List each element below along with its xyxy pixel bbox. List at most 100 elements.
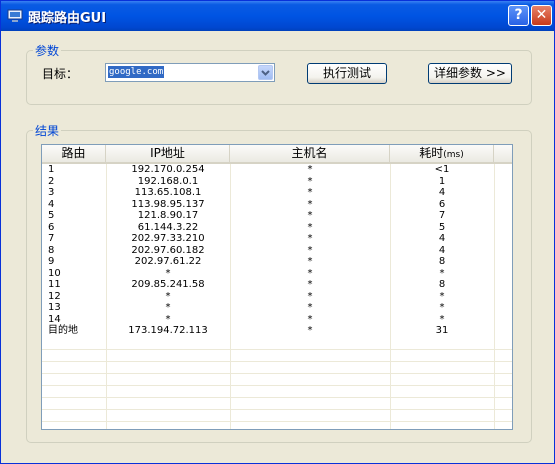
cell-ip: 192.170.0.254: [131, 164, 205, 175]
cell-hop: 3: [48, 187, 55, 198]
table-row[interactable]: 8 202.97.60.182 * 4: [42, 245, 512, 257]
cell-time: 4: [438, 187, 446, 198]
table-row[interactable]: 3 113.65.108.1 * 4: [42, 187, 512, 199]
cell-hop: 8: [48, 244, 55, 256]
table-row[interactable]: 13 * * *: [42, 302, 512, 314]
cell-host: *: [307, 302, 313, 313]
results-legend: 结果: [33, 122, 62, 139]
window-title: 跟踪路由GUI: [28, 11, 107, 26]
table-row[interactable]: 14 * * *: [42, 314, 512, 326]
row-divider: [42, 348, 512, 350]
chevron-down-icon: [261, 70, 270, 76]
help-button[interactable]: ?: [508, 5, 529, 26]
cell-host: *: [307, 313, 313, 325]
column-header-ip[interactable]: IP地址: [106, 145, 230, 162]
cell-ip: 192.168.0.1: [137, 175, 199, 187]
table-row[interactable]: 7 202.97.33.210 * 4: [42, 233, 512, 245]
cell-hop: 目的地: [48, 325, 78, 336]
cell-ip: *: [165, 267, 171, 279]
cell-host: *: [307, 267, 313, 279]
table-row[interactable]: 2 192.168.0.1 * 1: [42, 176, 512, 188]
cell-hop: 12: [48, 290, 61, 302]
table-row[interactable]: 10 * * *: [42, 268, 512, 280]
table-header: 路由 IP地址 主机名 耗时(ms): [42, 145, 512, 164]
title-bar[interactable]: 跟踪路由GUI ? ✕: [1, 1, 554, 31]
row-divider: [42, 420, 512, 422]
cell-host: *: [307, 175, 313, 187]
cell-time: 6: [438, 198, 446, 210]
cell-hop: 10: [48, 267, 61, 279]
cell-host: *: [307, 325, 313, 336]
cell-host: *: [307, 233, 313, 244]
column-header-time[interactable]: 耗时(ms): [390, 145, 494, 162]
run-test-button[interactable]: 执行测试: [307, 63, 387, 84]
row-divider: [42, 396, 512, 398]
cell-time: 7: [438, 210, 446, 221]
table-body: 1 192.170.0.254 * <1 2 192.168.0.1 * 1 3 113.65.1…: [42, 164, 512, 337]
column-header-time-label: 耗时: [419, 146, 444, 160]
params-legend: 参数: [33, 42, 62, 59]
cell-host: *: [307, 187, 313, 198]
cell-ip: 121.8.90.17: [137, 210, 199, 221]
close-button[interactable]: ✕: [531, 5, 552, 26]
traceroute-window: 跟踪路由GUI ? ✕ 参数 目标： google.com 执行测试 详细参数 …: [0, 0, 555, 464]
details-button[interactable]: 详细参数 >>: [428, 63, 512, 84]
network-app-icon: [7, 9, 23, 22]
row-divider: [42, 408, 512, 410]
cell-host: *: [307, 279, 313, 290]
cell-hop: 4: [48, 198, 55, 210]
dropdown-arrow-button[interactable]: [258, 65, 273, 80]
cell-hop: 14: [48, 313, 61, 325]
cell-hop: 9: [48, 256, 55, 267]
cell-ip: 202.97.33.210: [131, 233, 205, 244]
cell-time: 4: [438, 233, 446, 244]
cell-hop: 11: [48, 279, 61, 290]
cell-ip: 202.97.61.22: [134, 256, 202, 267]
table-row[interactable]: 12 * * *: [42, 291, 512, 303]
cell-time: *: [439, 267, 445, 279]
cell-host: *: [307, 290, 313, 302]
cell-time: *: [439, 290, 445, 302]
cell-ip: 202.97.60.182: [131, 244, 205, 256]
table-row[interactable]: 4 113.98.95.137 * 6: [42, 199, 512, 211]
cell-time: 31: [435, 325, 449, 336]
cell-hop: 6: [48, 221, 55, 233]
cell-time: 1: [438, 175, 446, 187]
cell-ip: 209.85.241.58: [131, 279, 205, 290]
cell-ip: 113.98.95.137: [131, 198, 205, 210]
cell-hop: 13: [48, 302, 61, 313]
column-header-time-unit: (ms): [443, 150, 464, 160]
cell-ip: 113.65.108.1: [134, 187, 202, 198]
cell-time: <1: [434, 164, 450, 175]
table-row[interactable]: 5 121.8.90.17 * 7: [42, 210, 512, 222]
cell-ip: 61.144.3.22: [137, 221, 199, 233]
cell-host: *: [307, 198, 313, 210]
cell-ip: 173.194.72.113: [128, 325, 208, 336]
column-header-host[interactable]: 主机名: [230, 145, 390, 162]
cell-time: 4: [438, 244, 446, 256]
table-row[interactable]: 11 209.85.241.58 * 8: [42, 279, 512, 291]
cell-hop: 7: [48, 233, 55, 244]
column-header-hop[interactable]: 路由: [42, 145, 106, 162]
cell-time: *: [439, 302, 445, 313]
table-row[interactable]: 目的地 173.194.72.113 * 31: [42, 325, 512, 337]
cell-host: *: [307, 244, 313, 256]
cell-host: *: [307, 221, 313, 233]
cell-hop: 2: [48, 175, 55, 187]
target-combobox[interactable]: google.com: [105, 63, 275, 82]
table-row[interactable]: 1 192.170.0.254 * <1: [42, 164, 512, 176]
cell-hop: 5: [48, 210, 55, 221]
table-row[interactable]: 9 202.97.61.22 * 8: [42, 256, 512, 268]
row-divider: [42, 360, 512, 362]
row-divider: [42, 372, 512, 374]
cell-host: *: [307, 256, 313, 267]
cell-time: 8: [438, 279, 446, 290]
table-row[interactable]: 6 61.144.3.22 * 5: [42, 222, 512, 234]
cell-host: *: [307, 164, 313, 175]
results-table[interactable]: 路由 IP地址 主机名 耗时(ms) 1 192.170.0.254 * <1 2 192…: [41, 144, 513, 430]
cell-ip: *: [165, 302, 171, 313]
target-input[interactable]: google.com: [108, 66, 165, 78]
cell-time: *: [439, 313, 445, 325]
target-label: 目标：: [42, 67, 79, 81]
cell-ip: *: [165, 290, 171, 302]
